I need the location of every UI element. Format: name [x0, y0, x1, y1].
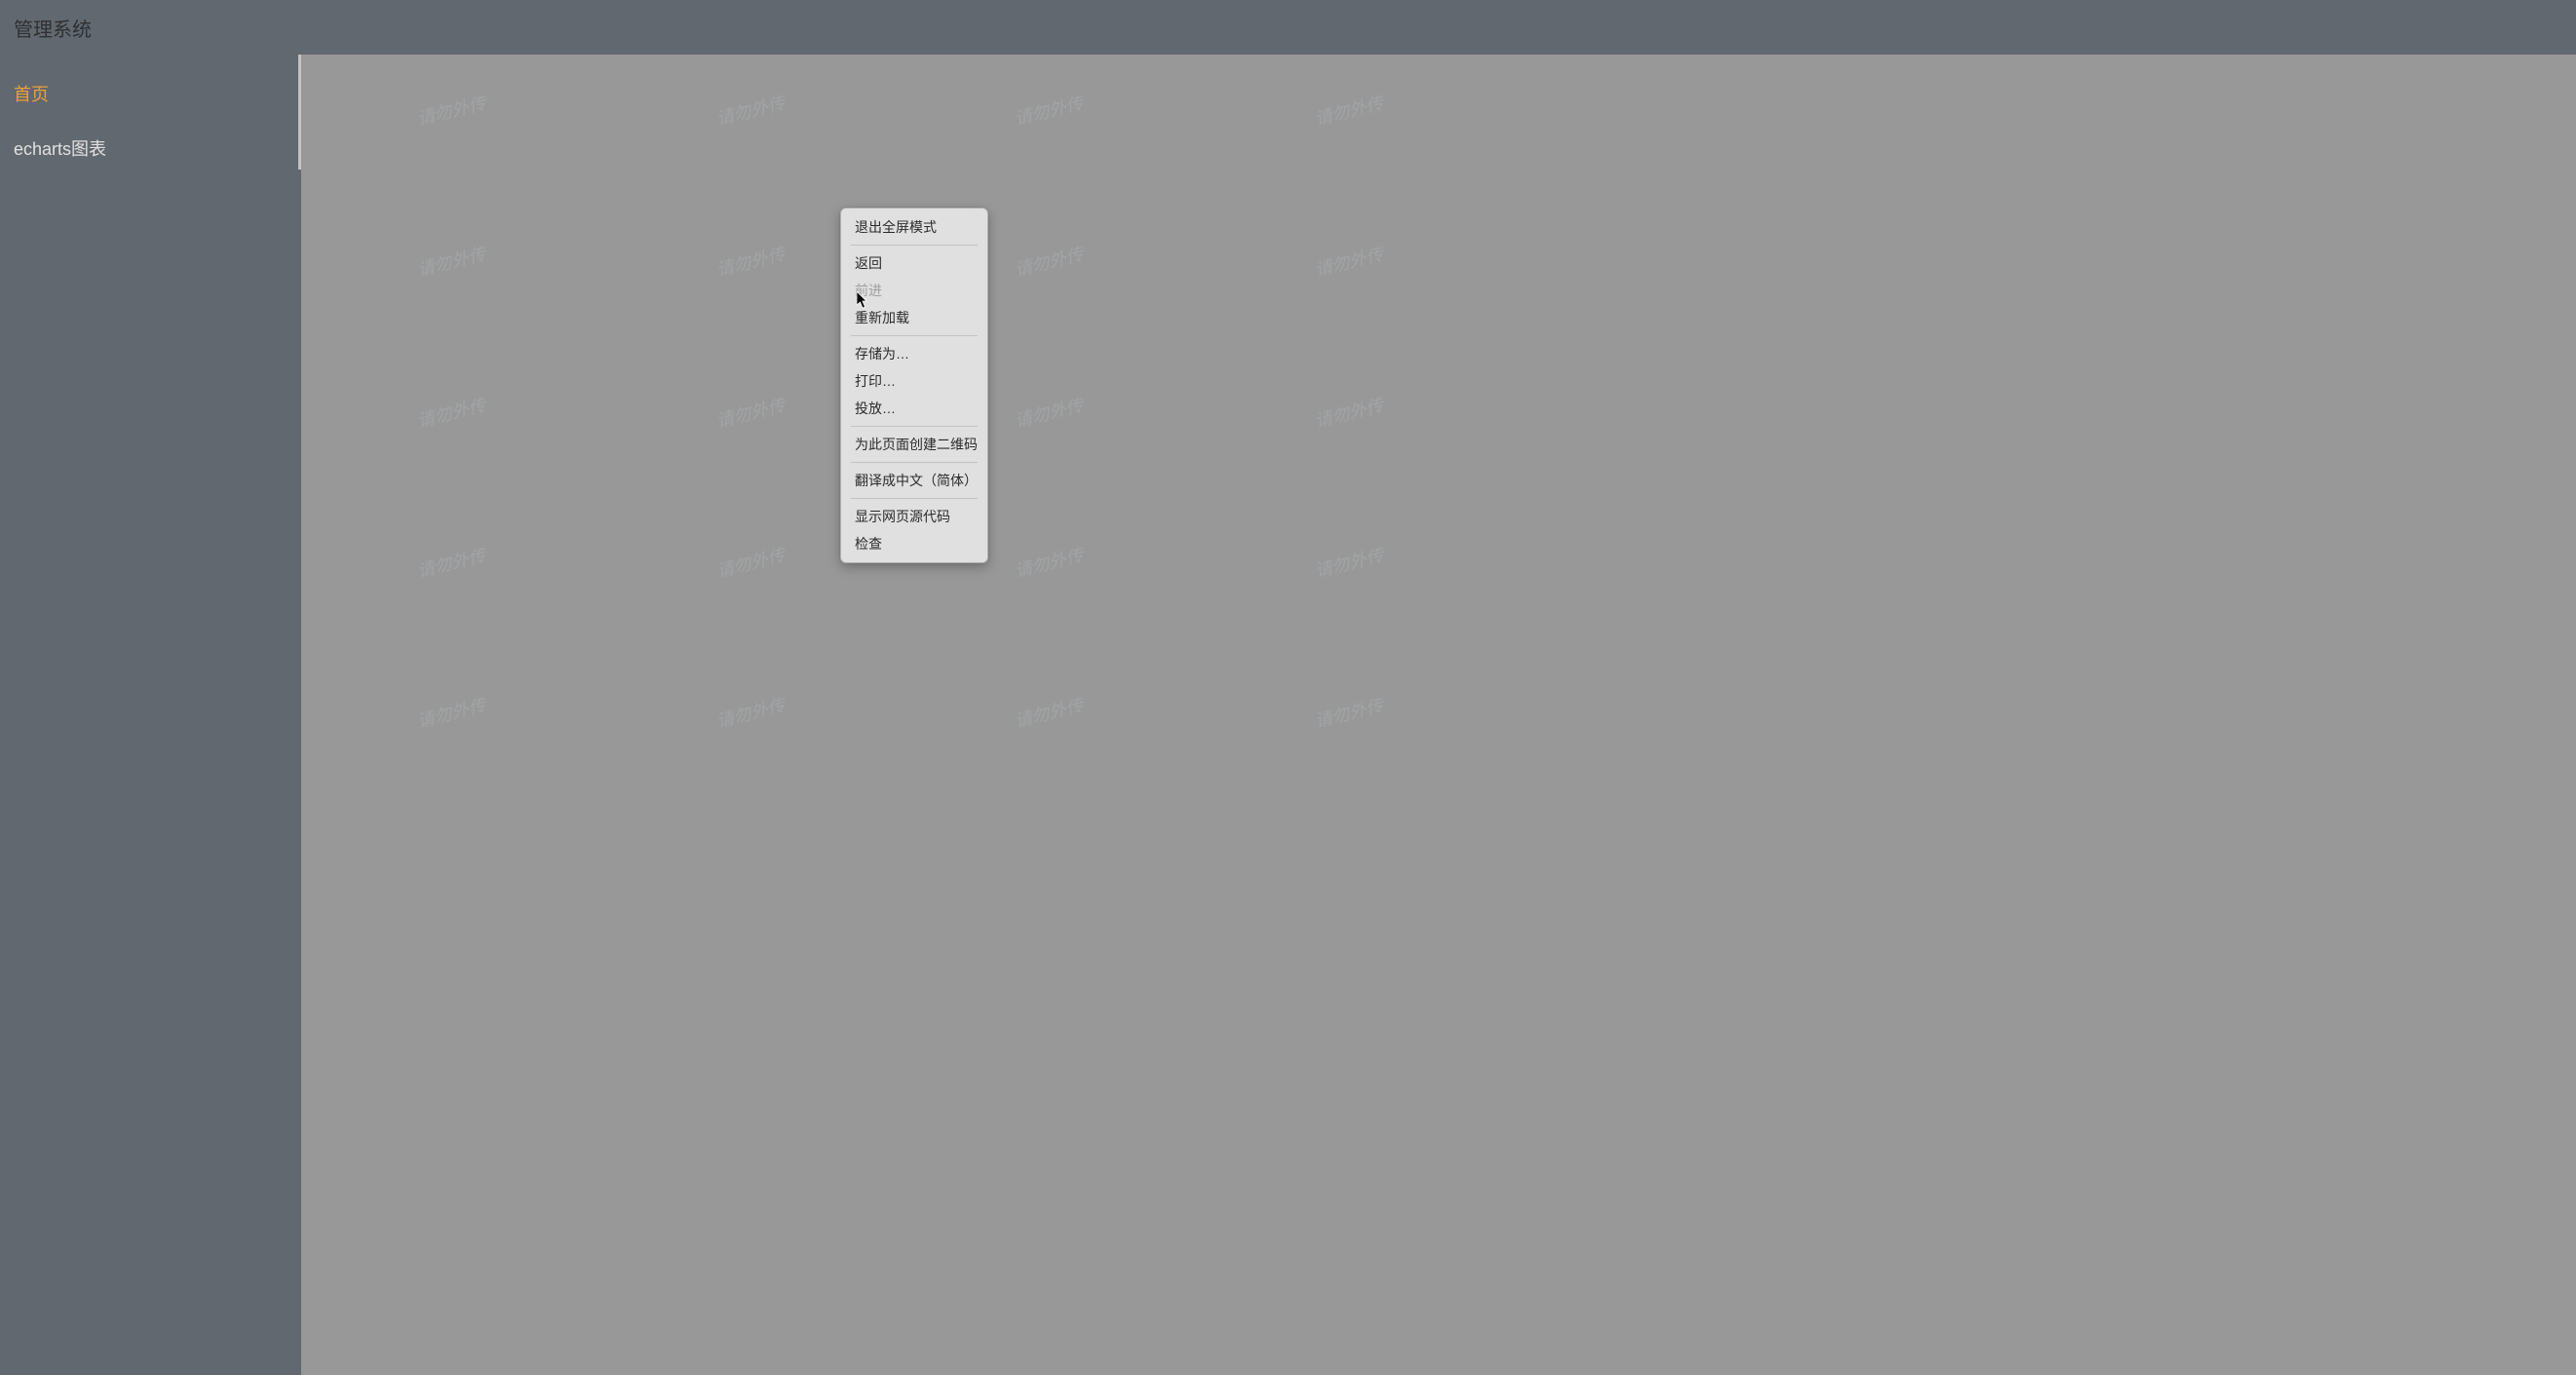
- watermark: 请勿外传: [713, 90, 788, 132]
- watermark: 请勿外传: [1012, 692, 1086, 734]
- watermark: 请勿外传: [414, 90, 488, 132]
- watermark: 请勿外传: [713, 241, 788, 283]
- watermark: 请勿外传: [1312, 392, 1386, 434]
- watermark: 请勿外传: [713, 392, 788, 434]
- context-menu-divider: [851, 335, 978, 336]
- context-menu-item[interactable]: 为此页面创建二维码: [841, 431, 987, 458]
- watermark: 请勿外传: [1012, 90, 1086, 132]
- main-container: 首页 echarts图表 请勿外传请勿外传请勿外传请勿外传请勿外传请勿外传请勿外…: [0, 55, 2576, 1375]
- context-menu-divider: [851, 426, 978, 427]
- context-menu: 退出全屏模式返回前进重新加载存储为…打印…投放… 为此页面创建二维码翻译成中文（简…: [840, 208, 988, 563]
- context-menu-item[interactable]: 投放…: [841, 395, 987, 422]
- watermark: 请勿外传: [713, 542, 788, 584]
- context-menu-divider: [851, 245, 978, 246]
- watermark: 请勿外传: [1012, 392, 1086, 434]
- watermark: 请勿外传: [1012, 241, 1086, 283]
- context-menu-item[interactable]: 检查: [841, 530, 987, 557]
- sidebar-item-echarts[interactable]: echarts图表: [0, 121, 301, 175]
- sidebar-item-home[interactable]: 首页: [0, 66, 301, 121]
- context-menu-item[interactable]: 打印…: [841, 367, 987, 395]
- context-menu-item[interactable]: 退出全屏模式: [841, 213, 987, 241]
- watermark: 请勿外传: [1312, 241, 1386, 283]
- sidebar: 首页 echarts图表: [0, 55, 301, 1375]
- watermark: 请勿外传: [1312, 90, 1386, 132]
- watermark: 请勿外传: [1312, 692, 1386, 734]
- watermark: 请勿外传: [414, 542, 488, 584]
- context-menu-item: 前进: [841, 277, 987, 304]
- watermark: 请勿外传: [414, 241, 488, 283]
- context-menu-item[interactable]: 翻译成中文（简体）: [841, 467, 987, 494]
- context-menu-item[interactable]: 返回: [841, 249, 987, 277]
- header: 管理系统: [0, 0, 2576, 55]
- watermark: 请勿外传: [414, 692, 488, 734]
- watermark: 请勿外传: [713, 692, 788, 734]
- watermark: 请勿外传: [1012, 542, 1086, 584]
- context-menu-item[interactable]: 存储为…: [841, 340, 987, 367]
- sidebar-item-label: 首页: [14, 81, 49, 106]
- watermark: 请勿外传: [414, 392, 488, 434]
- content-area[interactable]: 请勿外传请勿外传请勿外传请勿外传请勿外传请勿外传请勿外传请勿外传请勿外传请勿外传…: [301, 55, 2576, 1375]
- context-menu-item[interactable]: 显示网页源代码: [841, 503, 987, 530]
- context-menu-divider: [851, 462, 978, 463]
- context-menu-divider: [851, 498, 978, 499]
- context-menu-item[interactable]: 重新加载: [841, 304, 987, 331]
- sidebar-item-label: echarts图表: [14, 135, 106, 161]
- watermark: 请勿外传: [1312, 542, 1386, 584]
- app-title: 管理系统: [14, 14, 92, 42]
